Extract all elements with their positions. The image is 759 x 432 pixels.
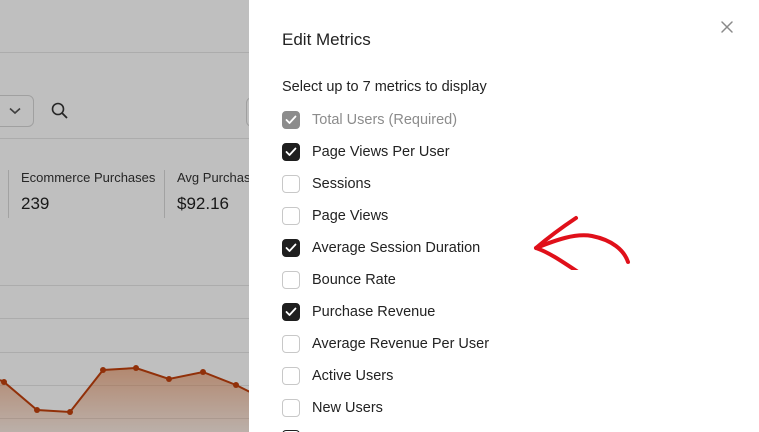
annotation-arrow-icon <box>534 216 630 270</box>
metric-option-purchase-revenue[interactable]: Purchase Revenue <box>282 300 435 324</box>
metric-option-sessions[interactable]: Sessions <box>282 172 371 196</box>
checkbox[interactable] <box>282 143 300 161</box>
edit-metrics-panel: Edit Metrics Select up to 7 metrics to d… <box>249 0 759 432</box>
panel-instructions: Select up to 7 metrics to display <box>282 79 487 95</box>
metric-option-label: Active Users <box>312 368 394 384</box>
metric-option-label: Average Session Duration <box>312 240 481 256</box>
checkbox[interactable] <box>282 399 300 417</box>
metric-option-label: New Users <box>312 400 383 416</box>
checkbox[interactable] <box>282 207 300 225</box>
checkmark-icon <box>285 147 297 156</box>
metric-option-bounce-rate[interactable]: Bounce Rate <box>282 268 396 292</box>
checkbox[interactable] <box>282 367 300 385</box>
checkbox[interactable] <box>282 175 300 193</box>
metric-option-next[interactable] <box>282 427 300 432</box>
metric-option-label: Page Views <box>312 208 389 224</box>
metric-option-label: Bounce Rate <box>312 272 396 288</box>
panel-title: Edit Metrics <box>282 30 371 49</box>
close-icon[interactable] <box>718 18 736 36</box>
metric-option-average-revenue-per-user[interactable]: Average Revenue Per User <box>282 332 489 356</box>
metric-option-label: Purchase Revenue <box>312 304 436 320</box>
metric-option-label: Sessions <box>312 176 371 192</box>
metric-option-page-views[interactable]: Page Views <box>282 204 388 228</box>
checkbox[interactable] <box>282 111 300 129</box>
metric-option-average-session-duration[interactable]: Average Session Duration <box>282 236 480 260</box>
checkbox[interactable] <box>282 271 300 289</box>
checkbox[interactable] <box>282 239 300 257</box>
checkmark-icon <box>285 243 297 252</box>
checkmark-icon <box>285 307 297 316</box>
checkbox[interactable] <box>282 335 300 353</box>
metric-option-page-views-per-user[interactable]: Page Views Per User <box>282 140 450 164</box>
metric-option-active-users[interactable]: Active Users <box>282 364 393 388</box>
metric-option-label: Page Views Per User <box>312 144 450 160</box>
checkbox[interactable] <box>282 303 300 321</box>
metric-option-label: Average Revenue Per User <box>312 336 490 352</box>
checkmark-icon <box>285 115 297 124</box>
metric-option-total-users[interactable]: Total Users (Required) <box>282 108 457 132</box>
metric-option-label: Total Users (Required) <box>312 112 458 128</box>
metric-option-new-users[interactable]: New Users <box>282 396 383 420</box>
